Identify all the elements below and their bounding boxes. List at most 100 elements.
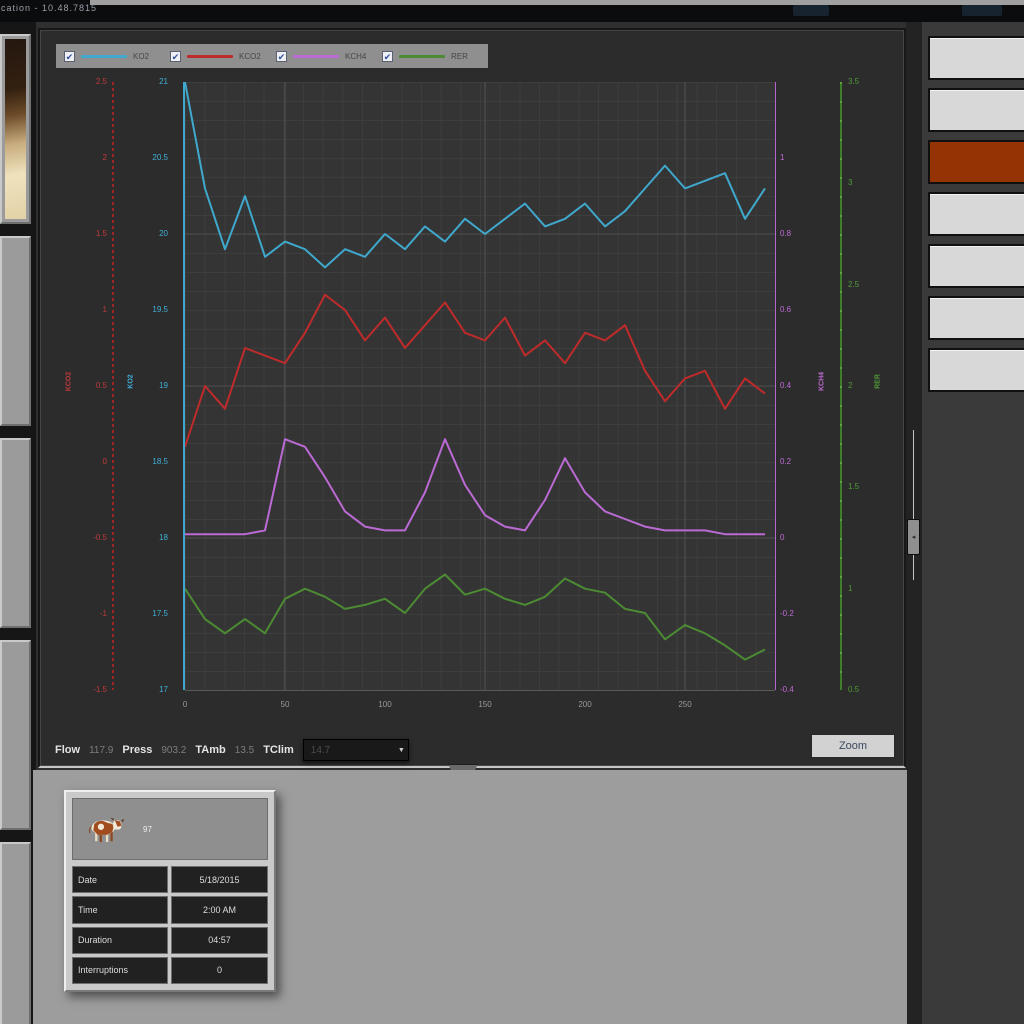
row-value: 5/18/2015 (171, 866, 268, 893)
visit-card-row: Date 5/18/2015 (72, 866, 268, 893)
tamb-value: 13.5 (235, 745, 254, 756)
legend-item: ✔ KCO2 (170, 51, 268, 62)
legend-item: ✔ KO2 (64, 51, 162, 62)
row-label: Date (72, 866, 168, 893)
axis-tick-label: -0.4 (780, 685, 794, 695)
axis-tick-label: 18.5 (152, 457, 168, 467)
axis-tick-label: 1 (780, 153, 784, 163)
splitter-line (913, 430, 914, 580)
cow-icon (85, 816, 125, 843)
thumbnail-strip (0, 22, 36, 1024)
visit-card-row: Interruptions 0 (72, 957, 268, 984)
kco2-axis-line (112, 82, 114, 690)
plot-area[interactable] (185, 82, 775, 691)
legend-label: KCH4 (345, 52, 366, 61)
axis-tick-label: 0 (103, 457, 107, 467)
axis-tick-label: 0.6 (780, 305, 791, 315)
series-ko2 (185, 82, 765, 267)
status-bar: Flow 117.9 Press 903.2 TAmb 13.5 TClim 1… (55, 738, 409, 762)
thumbnail-list-item[interactable] (0, 438, 31, 628)
title-bar: cation - 10.48.7815 (0, 0, 1024, 22)
animal-id: 97 (143, 825, 152, 834)
legend-checkbox[interactable]: ✔ (170, 51, 181, 62)
rer-axis-title: RER (875, 362, 882, 402)
axis-tick-label: 3.5 (848, 77, 859, 87)
thumbnail-list-item[interactable] (0, 842, 31, 1024)
press-value: 903.2 (161, 745, 186, 756)
animal-photo (5, 39, 26, 219)
tamb-label: TAmb (195, 744, 225, 756)
nav-button[interactable]: Tr (928, 192, 1024, 236)
axis-tick-label: -1.5 (93, 685, 107, 695)
navigation-panel: Anim Vi Tr V Co (922, 22, 1024, 1024)
axis-tick-label: -0.2 (780, 609, 794, 619)
nav-button[interactable]: V (928, 244, 1024, 288)
nav-button[interactable]: Vi (928, 140, 1024, 184)
axis-tick-label: 2 (848, 381, 852, 391)
axis-tick-label: 0.8 (780, 229, 791, 239)
legend-item: ✔ KCH4 (276, 51, 374, 62)
thumbnail-list-item[interactable] (0, 640, 31, 830)
thumbnail-list-item[interactable] (0, 34, 31, 224)
tclim-value: 14.7 (311, 745, 330, 756)
kco2-axis-title: KCO2 (66, 362, 73, 402)
nav-button[interactable]: Co (928, 296, 1024, 340)
visit-card-row: Time 2:00 AM (72, 896, 268, 923)
titlebar-button[interactable] (793, 5, 829, 16)
axis-tick-label: 0.5 (96, 381, 107, 391)
x-tick-label: 250 (673, 700, 697, 709)
legend-item: ✔ RER (382, 51, 480, 62)
rer-axis-line (840, 82, 842, 690)
row-label: Duration (72, 927, 168, 954)
axis-tick-label: 1 (103, 305, 107, 315)
tclim-dropdown[interactable]: 14.7 ▼ (303, 739, 409, 761)
nav-button[interactable] (928, 348, 1024, 392)
axis-tick-label: 0.4 (780, 381, 791, 391)
legend-line-swatch (293, 55, 339, 58)
visit-card-rows: Date 5/18/2015 Time 2:00 AM Duration 04:… (72, 866, 268, 984)
zoom-button[interactable]: Zoom (810, 733, 896, 759)
axis-tick-label: 0 (780, 533, 784, 543)
x-tick-label: 150 (473, 700, 497, 709)
legend-line-swatch (81, 55, 127, 58)
legend-checkbox[interactable]: ✔ (276, 51, 287, 62)
axis-tick-label: 20 (159, 229, 168, 239)
series-kco2 (185, 295, 765, 447)
axis-tick-label: 3 (848, 178, 852, 188)
legend-line-swatch (399, 55, 445, 58)
row-label: Interruptions (72, 957, 168, 984)
splitter-handle[interactable]: ◂ (907, 519, 920, 555)
axis-tick-label: 20.5 (152, 153, 168, 163)
visit-card[interactable]: 97 Date 5/18/2015 Time 2:00 AM Duration … (64, 790, 276, 992)
nav-button[interactable] (928, 36, 1024, 80)
row-value: 2:00 AM (171, 896, 268, 923)
flow-value: 117.9 (89, 745, 113, 756)
axis-tick-label: 18 (159, 533, 168, 543)
x-tick-label: 200 (573, 700, 597, 709)
splitter-track: ◂ (906, 22, 922, 1024)
axis-tick-label: 21 (159, 77, 168, 87)
application-window: cation - 10.48.7815 ✔ KO2 ✔ KCO2 ✔ KCH4 … (0, 0, 1024, 1024)
flow-label: Flow (55, 744, 80, 756)
titlebar-button[interactable] (962, 5, 1002, 16)
visit-card-row: Duration 04:57 (72, 927, 268, 954)
axis-tick-label: -1 (100, 609, 107, 619)
row-value: 04:57 (171, 927, 268, 954)
ko2-axis-title: KO2 (128, 362, 135, 402)
axis-tick-label: 0.5 (848, 685, 859, 695)
kco2-axis-tick-labels: 2.521.510.50-0.5-1-1.5 (67, 82, 107, 700)
series-rer (185, 575, 765, 660)
axis-tick-label: 1 (848, 584, 852, 594)
nav-button[interactable]: Anim (928, 88, 1024, 132)
visit-card-header: 97 (72, 798, 268, 860)
axis-tick-label: 1.5 (96, 229, 107, 239)
press-label: Press (122, 744, 152, 756)
legend-checkbox[interactable]: ✔ (382, 51, 393, 62)
thumbnail-list-item[interactable] (0, 236, 31, 426)
legend-line-swatch (187, 55, 233, 58)
axis-tick-label: 1.5 (848, 482, 859, 492)
x-tick-label: 0 (173, 700, 197, 709)
legend-checkbox[interactable]: ✔ (64, 51, 75, 62)
axis-tick-label: 17 (159, 685, 168, 695)
chevron-down-icon: ▼ (398, 747, 405, 754)
